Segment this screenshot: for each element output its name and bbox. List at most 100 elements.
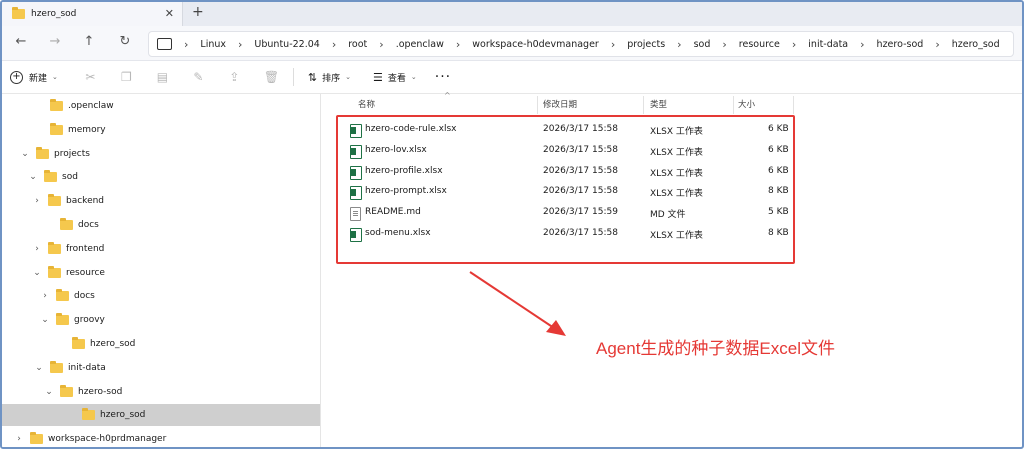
breadcrumb-item[interactable]: projects (627, 39, 665, 50)
paste-icon[interactable]: ▤ (156, 70, 169, 84)
column-header-type[interactable]: 类型 (650, 98, 667, 110)
tree-item[interactable]: hzero_sod (2, 404, 320, 427)
tree-item-label: hzero_sod (90, 339, 136, 349)
copy-icon[interactable]: ❐ (120, 70, 133, 84)
tree-item-label: projects (54, 148, 90, 159)
tree-item[interactable]: › docs (2, 285, 320, 307)
toolbar-divider (292, 68, 294, 86)
breadcrumb-item[interactable]: hzero_sod (952, 39, 1000, 50)
forward-icon[interactable]: → (46, 34, 64, 49)
tree-item-label: groovy (74, 315, 105, 326)
tree-item[interactable]: ⌄ sod (2, 166, 320, 188)
chevron-down-icon[interactable]: ⌄ (34, 363, 44, 373)
computer-icon (157, 38, 172, 50)
tree-item-label: hzero_sod (100, 410, 146, 421)
chevron-down-icon[interactable]: ⌄ (32, 268, 42, 278)
tree-item[interactable]: ⌄ projects (2, 143, 320, 165)
back-icon[interactable]: ← (12, 34, 30, 49)
folder-icon (36, 146, 49, 159)
close-icon[interactable]: ✕ (165, 7, 174, 20)
chevron-right-icon[interactable]: › (14, 434, 24, 444)
sort-button[interactable]: ⇅ 排序 ⌄ (308, 71, 351, 84)
chevron-down-icon[interactable]: ⌄ (44, 387, 54, 397)
chevron-right-icon: › (238, 37, 243, 51)
tree-item[interactable]: ⌄ init-data (2, 357, 320, 379)
tab-title: hzero_sod (31, 9, 77, 19)
breadcrumb-item[interactable]: Ubuntu-22.04 (254, 39, 319, 50)
refresh-icon[interactable]: ↻ (116, 34, 134, 49)
tree-item[interactable]: › workspace-h0prdmanager (2, 428, 320, 447)
tree-item[interactable]: › frontend (2, 238, 320, 260)
tree-item-label: hzero-sod (78, 386, 123, 397)
breadcrumb-item[interactable]: workspace-h0devmanager (472, 39, 599, 50)
tree-item[interactable]: memory (2, 119, 320, 141)
folder-icon (72, 337, 85, 349)
view-label: 查看 (387, 73, 406, 84)
column-divider (643, 96, 644, 114)
delete-icon[interactable]: 🗑 (264, 70, 279, 84)
folder-icon (48, 265, 61, 278)
command-bar: + 新建 ⌄ ✂ ❐ ▤ ✎ ⇪ 🗑 ⇅ 排序 ⌄ ☰ 查看 ⌄ ··· (2, 61, 1022, 94)
tree-item[interactable]: ⌄ groovy (2, 309, 320, 331)
tree-item[interactable]: › backend (2, 190, 320, 212)
breadcrumb-item[interactable]: init-data (808, 39, 848, 50)
tab-hzero-sod[interactable]: hzero_sod ✕ (2, 2, 183, 26)
chevron-down-icon[interactable]: ⌄ (40, 315, 50, 325)
sort-icon: ⇅ (307, 70, 318, 84)
annotation-text: Agent生成的种子数据Excel文件 (596, 339, 835, 358)
chevron-right-icon: › (935, 37, 940, 51)
folder-icon (30, 432, 43, 445)
tree-item[interactable]: docs (2, 214, 320, 236)
cut-icon[interactable]: ✂ (84, 70, 97, 84)
folder-icon (48, 241, 61, 254)
tree-item-label: init-data (68, 362, 106, 373)
tree-item-label: sod (62, 172, 78, 183)
annotation-arrow (469, 271, 566, 336)
breadcrumb-item[interactable]: root (348, 39, 367, 50)
folder-icon (50, 99, 63, 111)
plus-icon: + (10, 70, 23, 84)
column-divider (793, 96, 794, 114)
breadcrumb-item[interactable]: resource (739, 39, 780, 50)
tree-item-label: docs (74, 291, 95, 302)
chevron-right-icon[interactable]: › (40, 291, 50, 301)
breadcrumb-item[interactable]: Linux (200, 39, 226, 50)
tree-item[interactable]: ⌄ hzero-sod (2, 381, 320, 403)
chevron-right-icon: › (379, 37, 384, 51)
column-header-name[interactable]: 名称 (358, 98, 375, 110)
chevron-down-icon[interactable]: ⌄ (20, 149, 30, 159)
address-row: ← → ↑ ↻ › Linux › Ubuntu-22.04 › root › … (2, 26, 1022, 61)
chevron-right-icon: › (184, 37, 189, 51)
breadcrumb[interactable]: › Linux › Ubuntu-22.04 › root › .opencla… (148, 31, 1014, 57)
column-header-size[interactable]: 大小 (738, 98, 755, 110)
new-tab-icon[interactable]: + (192, 4, 204, 20)
tree-item-label: docs (78, 220, 99, 230)
tree-item[interactable]: hzero_sod (2, 333, 320, 355)
breadcrumb-item[interactable]: .openclaw (396, 39, 444, 50)
folder-icon (12, 7, 25, 19)
chevron-down-icon: ⌄ (52, 73, 58, 81)
new-button[interactable]: + 新建 ⌄ (10, 70, 58, 84)
chevron-down-icon[interactable]: ⌄ (28, 172, 38, 182)
chevron-right-icon: › (722, 37, 727, 51)
up-icon[interactable]: ↑ (80, 34, 98, 49)
rename-icon[interactable]: ✎ (192, 70, 205, 84)
sort-label: 排序 (322, 73, 341, 84)
chevron-right-icon[interactable]: › (32, 244, 42, 254)
more-options-icon[interactable]: ··· (435, 69, 451, 85)
chevron-right-icon[interactable]: › (32, 196, 42, 206)
chevron-right-icon: › (610, 37, 616, 51)
share-icon[interactable]: ⇪ (228, 70, 241, 84)
breadcrumb-item[interactable]: hzero-sod (877, 39, 924, 50)
tree-item[interactable]: ⌄ resource (2, 262, 320, 284)
folder-icon (60, 218, 73, 230)
view-button[interactable]: ☰ 查看 ⌄ (373, 71, 417, 84)
column-divider (537, 96, 538, 114)
column-header-modified[interactable]: 修改日期 (543, 98, 577, 110)
chevron-down-icon: ⌄ (410, 73, 417, 81)
file-list: ^ 名称 修改日期 类型 大小 hzero-code-rule.xlsx 2026… (332, 91, 1022, 447)
chevron-right-icon: › (791, 37, 797, 51)
folder-icon (50, 360, 63, 373)
tree-item[interactable]: .openclaw (2, 95, 320, 117)
breadcrumb-item[interactable]: sod (694, 39, 711, 50)
